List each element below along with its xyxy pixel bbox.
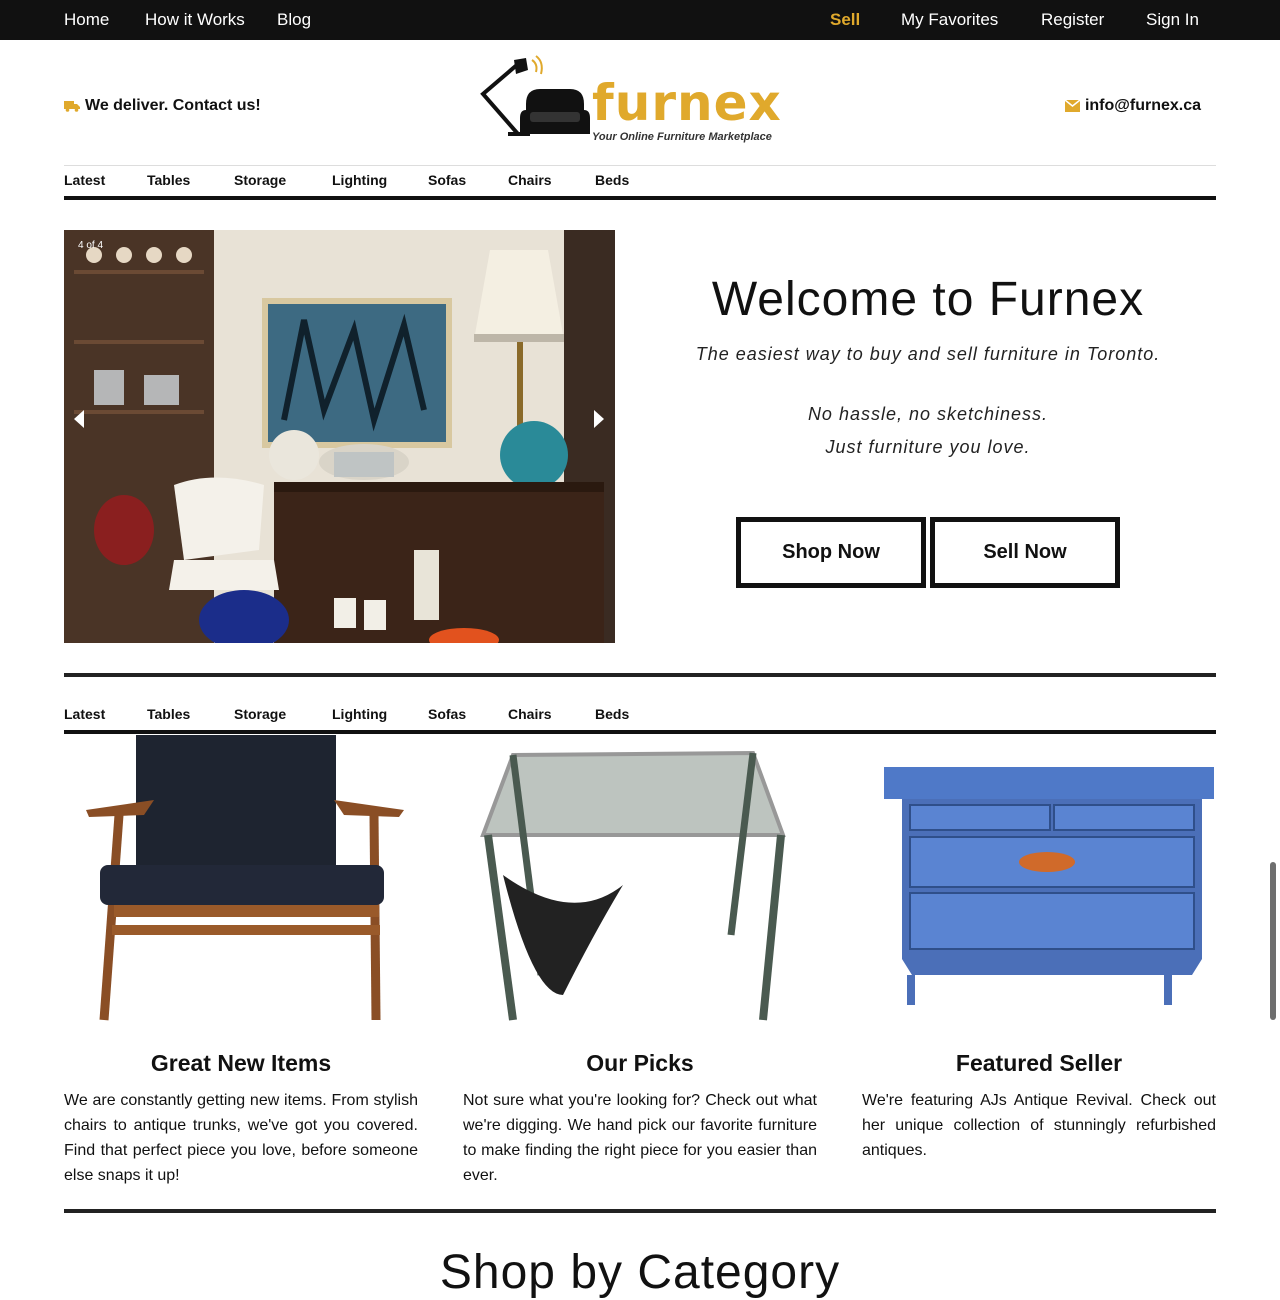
hero-tagline: The easiest way to buy and sell furnitur… <box>695 344 1161 364</box>
hero-line-3: Just furniture you love. <box>825 437 1031 457</box>
cat-chairs[interactable]: Chairs <box>508 706 552 722</box>
cat-lighting[interactable]: Lighting <box>332 172 387 188</box>
logo-wordmark: furnex <box>592 74 782 132</box>
card-text-great-new-items: We are constantly getting new items. Fro… <box>64 1092 418 1184</box>
glass-table-photo <box>480 750 786 1021</box>
nav-register[interactable]: Register <box>1041 0 1104 40</box>
card-text-our-picks: Not sure what you're looking for? Check … <box>463 1092 817 1184</box>
top-nav: Home How it Works Blog Sell My Favorites… <box>0 0 1280 40</box>
truck-icon <box>64 101 80 112</box>
email-link[interactable]: info@furnex.ca <box>1064 97 1201 115</box>
nav-sign-in[interactable]: Sign In <box>1146 0 1199 40</box>
hero-line-2: No hassle, no sketchiness. <box>807 404 1049 424</box>
cat-latest[interactable]: Latest <box>64 706 105 722</box>
section-divider <box>64 1209 1216 1213</box>
blue-dresser-image[interactable] <box>862 735 1216 1045</box>
slide-next-arrow-icon[interactable] <box>594 410 604 428</box>
email-text: info@furnex.ca <box>1084 97 1201 114</box>
nav-my-favorites[interactable]: My Favorites <box>901 0 998 40</box>
slide-counter: 4 of 4 <box>78 240 104 251</box>
cat-chairs[interactable]: Chairs <box>508 172 552 188</box>
slide-prev-arrow-icon[interactable] <box>74 410 84 428</box>
envelope-icon <box>1064 100 1080 112</box>
deliver-contact-link[interactable]: We deliver. Contact us! <box>64 97 261 115</box>
deliver-text: We deliver. Contact us! <box>85 97 261 114</box>
nav-home[interactable]: Home <box>64 0 109 40</box>
nav-sell[interactable]: Sell <box>830 0 860 40</box>
cat-sofas[interactable]: Sofas <box>428 172 466 188</box>
logo-tagline: Your Online Furniture Marketplace <box>592 131 772 143</box>
card-title-great-new-items: Great New Items <box>150 1050 332 1076</box>
card-title-our-picks: Our Picks <box>586 1050 694 1076</box>
furnex-logo[interactable]: furnex Your Online Furniture Marketplace <box>478 54 781 154</box>
cat-storage[interactable]: Storage <box>234 706 286 722</box>
card-text-featured-seller: We're featuring AJs Antique Revival. Che… <box>862 1092 1216 1159</box>
hero-slideshow-image[interactable] <box>64 230 615 643</box>
category-nav-bottom: Latest Tables Storage Lighting Sofas Cha… <box>64 700 1216 734</box>
armchair-photo <box>86 735 404 1021</box>
lamp-sofa-logo-icon <box>480 55 590 136</box>
nav-how-it-works[interactable]: How it Works <box>145 0 245 40</box>
section-divider <box>64 673 1216 677</box>
site-header: We deliver. Contact us! furnex Your Onli… <box>64 40 1216 166</box>
cat-beds[interactable]: Beds <box>595 706 629 722</box>
cat-beds[interactable]: Beds <box>595 172 629 188</box>
cat-sofas[interactable]: Sofas <box>428 706 466 722</box>
page-scrollbar[interactable] <box>1270 862 1276 1020</box>
hero-title: Welcome to Furnex <box>711 273 1145 326</box>
nav-blog[interactable]: Blog <box>277 0 311 40</box>
cat-latest[interactable]: Latest <box>64 172 105 188</box>
glass-table-image[interactable] <box>463 735 817 1045</box>
category-nav-top: Latest Tables Storage Lighting Sofas Cha… <box>64 166 1216 200</box>
cat-tables[interactable]: Tables <box>147 706 190 722</box>
cat-lighting[interactable]: Lighting <box>332 706 387 722</box>
cat-storage[interactable]: Storage <box>234 172 286 188</box>
armchair-image[interactable] <box>64 735 418 1045</box>
sell-now-button[interactable]: Sell Now <box>930 517 1120 588</box>
card-title-featured-seller: Featured Seller <box>955 1050 1123 1076</box>
shop-by-category-heading: Shop by Category <box>439 1246 841 1299</box>
blue-dresser-photo <box>884 767 1214 1005</box>
store-interior-photo <box>64 230 615 643</box>
cat-tables[interactable]: Tables <box>147 172 190 188</box>
shop-now-button[interactable]: Shop Now <box>736 517 926 588</box>
